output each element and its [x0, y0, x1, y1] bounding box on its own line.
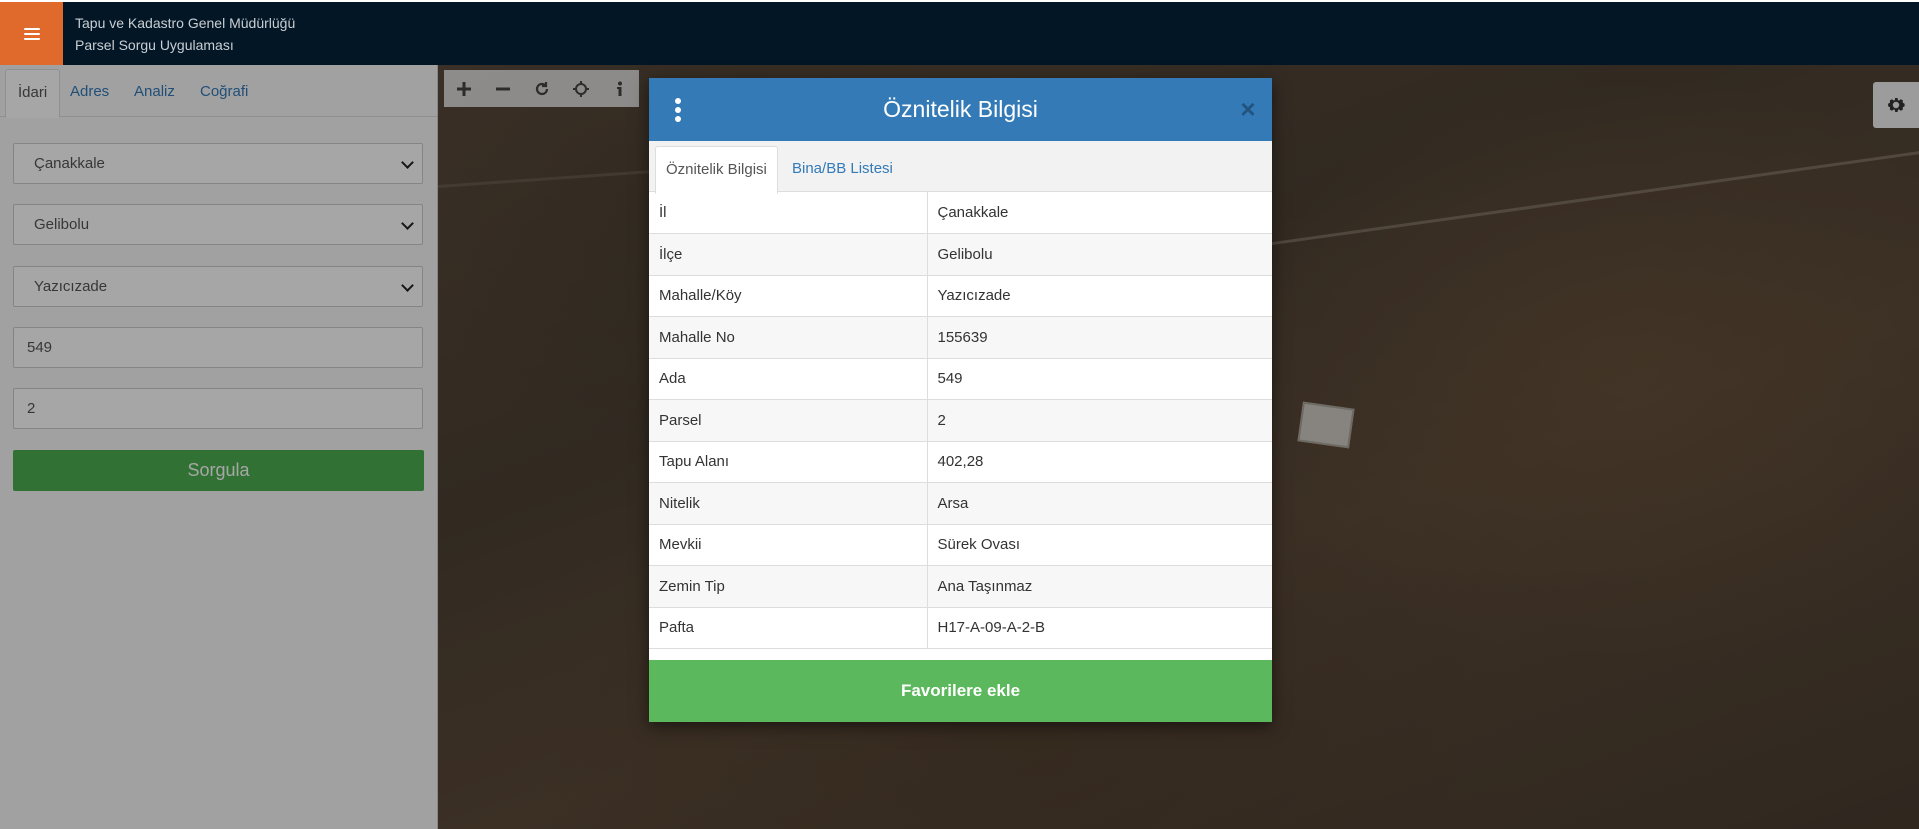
hamburger-menu-icon[interactable] — [0, 2, 63, 65]
attribute-key: Ada — [649, 358, 928, 400]
modal-tabs: Öznitelik Bilgisi Bina/BB Listesi — [649, 141, 1272, 194]
table-row: İlçe Gelibolu — [649, 233, 1272, 276]
attribute-value: Yazıcızade — [927, 275, 1272, 317]
table-row: İl Çanakkale — [649, 192, 1272, 234]
attribute-value: 2 — [927, 399, 1272, 442]
table-row: Pafta H17-A-09-A-2-B — [649, 607, 1272, 649]
attribute-value: Ana Taşınmaz — [927, 565, 1272, 608]
app-title: Tapu ve Kadastro Genel Müdürlüğü Parsel … — [75, 12, 295, 56]
attribute-value: Gelibolu — [927, 233, 1272, 276]
table-row: Zemin Tip Ana Taşınmaz — [649, 565, 1272, 608]
attribute-value: 155639 — [927, 316, 1272, 359]
attribute-value: Arsa — [927, 482, 1272, 525]
attribute-key: Zemin Tip — [649, 565, 928, 608]
app-name: Parsel Sorgu Uygulaması — [75, 37, 234, 53]
attribute-key: İl — [649, 192, 928, 234]
modal-header: Öznitelik Bilgisi × — [649, 78, 1272, 141]
tab-oznitelik-bilgisi[interactable]: Öznitelik Bilgisi — [655, 146, 778, 194]
attribute-modal: Öznitelik Bilgisi × Öznitelik Bilgisi Bi… — [649, 78, 1272, 722]
table-row: Nitelik Arsa — [649, 482, 1272, 525]
attribute-key: Mahalle/Köy — [649, 275, 928, 317]
add-to-favorites-button[interactable]: Favorilere ekle — [649, 660, 1272, 722]
attribute-key: Mahalle No — [649, 316, 928, 359]
attribute-key: İlçe — [649, 233, 928, 276]
table-row: Parsel 2 — [649, 399, 1272, 442]
kebab-menu-icon[interactable] — [673, 98, 683, 122]
attribute-value: Sürek Ovası — [927, 524, 1272, 566]
attribute-value: 549 — [927, 358, 1272, 400]
attribute-key: Tapu Alanı — [649, 441, 928, 483]
attribute-table: İl Çanakkale İlçe Gelibolu Mahalle/Köy Yazıcı… — [649, 192, 1272, 649]
attribute-key: Mevkii — [649, 524, 928, 566]
table-row: Ada 549 — [649, 358, 1272, 400]
attribute-key: Nitelik — [649, 482, 928, 525]
attribute-key: Parsel — [649, 399, 928, 442]
table-row: Tapu Alanı 402,28 — [649, 441, 1272, 483]
attribute-key: Pafta — [649, 607, 928, 649]
app-header: Tapu ve Kadastro Genel Müdürlüğü Parsel … — [0, 2, 1919, 65]
attribute-value: 402,28 — [927, 441, 1272, 483]
table-row: Mevkii Sürek Ovası — [649, 524, 1272, 566]
tab-bina-bb-listesi[interactable]: Bina/BB Listesi — [782, 146, 903, 191]
attribute-value: H17-A-09-A-2-B — [927, 607, 1272, 649]
table-row: Mahalle No 155639 — [649, 316, 1272, 359]
org-name: Tapu ve Kadastro Genel Müdürlüğü — [75, 15, 296, 31]
attribute-value: Çanakkale — [927, 192, 1272, 234]
close-icon[interactable]: × — [1238, 96, 1258, 122]
modal-title: Öznitelik Bilgisi — [883, 96, 1038, 122]
table-row: Mahalle/Köy Yazıcızade — [649, 275, 1272, 317]
